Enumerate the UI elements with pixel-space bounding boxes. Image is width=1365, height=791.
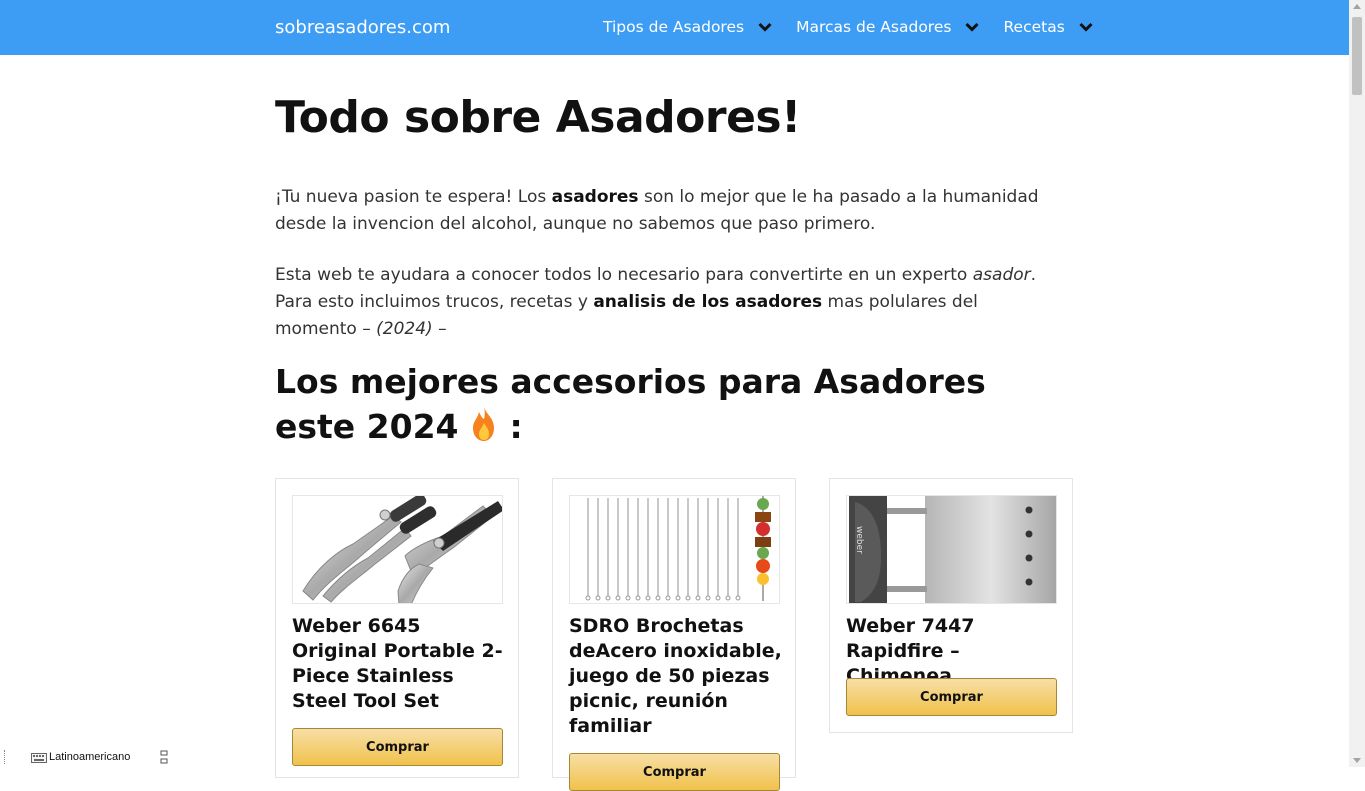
keyboard-icon[interactable]	[31, 751, 47, 763]
intro-bold-analisis: analisis de los asadores	[593, 292, 823, 312]
chevron-down-icon[interactable]	[1079, 22, 1093, 32]
language-bar-grip[interactable]	[4, 749, 7, 764]
scroll-up-arrow-icon[interactable]	[1353, 4, 1361, 9]
page-scrollbar[interactable]	[1349, 0, 1365, 767]
intro-italic-year: (2024)	[376, 319, 433, 339]
nav-item-tipos-de-asadores[interactable]: Tipos de Asadores	[603, 18, 772, 36]
intro-text: –	[432, 319, 447, 339]
site-brand-link[interactable]: sobreasadores.com	[275, 17, 450, 38]
intro-text: ¡Tu nueva pasion te espera! Los	[275, 187, 552, 207]
scroll-thumb[interactable]	[1352, 17, 1362, 95]
intro-paragraph-2: Esta web te ayudara a conocer todos lo n…	[275, 262, 1065, 343]
product-card: Weber 6645 Original Portable 2-Piece Sta…	[275, 478, 519, 778]
intro-text: Esta web te ayudara a conocer todos lo n…	[275, 265, 973, 285]
site-header: sobreasadores.com Tipos de Asadores Marc…	[0, 0, 1349, 55]
input-language-bar: Latinoamericano	[0, 746, 168, 767]
product-image-skewers[interactable]	[569, 495, 780, 604]
product-card: weber Weber 7447 Rapidfire – Chimenea co…	[829, 478, 1073, 733]
section-title-colon: :	[498, 407, 523, 446]
input-language-label[interactable]: Latinoamericano	[49, 751, 130, 763]
product-image-tongs[interactable]	[292, 495, 503, 604]
buy-button[interactable]: Comprar	[569, 753, 780, 791]
nav-item-marcas-de-asadores[interactable]: Marcas de Asadores	[796, 18, 980, 36]
buy-button[interactable]: Comprar	[292, 728, 503, 766]
chevron-down-icon[interactable]	[965, 22, 980, 32]
tool-set-illustration	[302, 496, 502, 603]
page-title: Todo sobre Asadores!	[275, 92, 801, 143]
main-nav: Tipos de Asadores Marcas de Asadores Rec…	[603, 18, 1093, 36]
scroll-down-arrow-icon[interactable]	[1353, 758, 1361, 763]
section-title: Los mejores accesorios para Asadores est…	[275, 359, 1065, 449]
intro-paragraph-1: ¡Tu nueva pasion te espera! Los asadores…	[275, 184, 1065, 238]
svg-text:weber: weber	[854, 526, 864, 554]
nav-item-label: Recetas	[1003, 18, 1065, 36]
product-card: SDRO Brochetas deAcero inoxidable, juego…	[552, 478, 796, 791]
chevron-down-icon[interactable]	[758, 22, 772, 32]
nav-item-label: Marcas de Asadores	[796, 18, 952, 36]
fire-icon	[473, 407, 495, 441]
product-image-chimney[interactable]: weber	[846, 495, 1057, 604]
intro-bold-asadores: asadores	[551, 187, 639, 207]
chimney-illustration: weber	[849, 496, 1056, 603]
section-title-text: Los mejores accesorios para Asadores est…	[275, 362, 986, 446]
nav-item-label: Tipos de Asadores	[603, 18, 745, 36]
intro-italic-asador: asador	[972, 265, 1031, 285]
language-bar-options-icon[interactable]	[160, 750, 168, 764]
buy-button[interactable]: Comprar	[846, 678, 1057, 716]
product-title[interactable]: SDRO Brochetas deAcero inoxidable, juego…	[569, 614, 783, 739]
product-title[interactable]: Weber 6645 Original Portable 2-Piece Sta…	[292, 614, 506, 714]
nav-item-recetas[interactable]: Recetas	[1003, 18, 1093, 36]
skewers-illustration	[585, 496, 771, 601]
